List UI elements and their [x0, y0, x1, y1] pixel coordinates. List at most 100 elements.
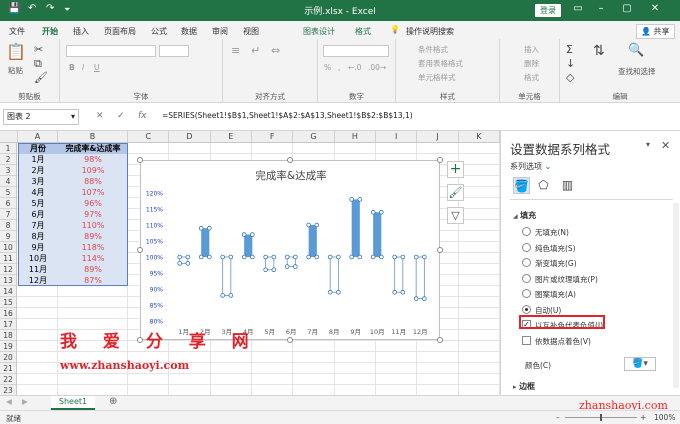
ribbon-display-icon[interactable]: ▭ — [569, 3, 587, 14]
autosum-icon[interactable]: Σ — [566, 44, 573, 56]
pane-scrollbar[interactable] — [673, 203, 679, 388]
col-header-k[interactable]: K — [458, 131, 500, 143]
col-header-a[interactable]: A — [18, 131, 58, 143]
row-header-7[interactable]: 7 — [0, 209, 17, 220]
sheet-tab-sheet1[interactable]: Sheet1 — [51, 396, 95, 410]
name-box[interactable]: 图表 2 ▾ — [3, 109, 79, 125]
cell-rate[interactable]: 114% — [58, 253, 128, 264]
tell-me-search[interactable]: 操作说明搜索 — [406, 26, 454, 37]
zoom-level[interactable]: 100% — [654, 413, 675, 422]
series-options-dropdown[interactable]: 系列选项 ⌄ — [510, 161, 551, 172]
zoom-in-icon[interactable]: + — [640, 413, 646, 422]
col-header-b[interactable]: B — [58, 131, 128, 143]
close-icon[interactable]: ✕ — [646, 3, 664, 14]
resize-handle-tc[interactable] — [287, 157, 293, 163]
fill-line-icon[interactable]: 🪣 — [513, 177, 530, 194]
cell-rate[interactable]: 97% — [58, 209, 128, 220]
fill-option-radio[interactable] — [522, 242, 531, 252]
resize-handle-ml[interactable] — [137, 247, 143, 253]
cell-month[interactable]: 3月 — [18, 176, 58, 187]
col-header-e[interactable]: E — [210, 131, 252, 143]
share-button[interactable]: 👤 共享 — [636, 24, 675, 39]
name-box-dropdown-icon[interactable]: ▾ — [71, 110, 75, 124]
fill-icon[interactable]: ↓ — [566, 58, 575, 70]
prev-sheet-icon[interactable]: ◀ — [6, 397, 12, 406]
resize-handle-tr[interactable] — [437, 157, 443, 163]
col-header-i[interactable]: I — [376, 131, 418, 143]
paste-button[interactable]: 粘贴 — [8, 65, 23, 76]
tab-view[interactable]: 视图 — [243, 26, 259, 37]
fill-option-radio[interactable] — [522, 258, 531, 267]
series-options-icon[interactable]: ▥ — [559, 177, 576, 194]
cell-month[interactable]: 9月 — [18, 242, 58, 253]
resize-handle-mr[interactable] — [437, 247, 443, 253]
row-header-8[interactable]: 8 — [0, 220, 17, 231]
pane-close-icon[interactable]: ✕ — [661, 139, 670, 152]
wrap-text-icon[interactable]: ↵ — [251, 45, 260, 57]
cell-b1[interactable]: 完成率&达成率 — [58, 143, 128, 154]
row-header-4[interactable]: 4 — [0, 176, 17, 187]
copy-icon[interactable]: ⧉ — [34, 58, 42, 70]
chart-styles-button[interactable]: 🖌 — [447, 184, 464, 201]
col-header-f[interactable]: F — [252, 131, 294, 143]
tab-file[interactable]: 文件 — [9, 26, 25, 37]
cell-rate[interactable]: 118% — [58, 242, 128, 253]
insert-function-icon[interactable]: fx — [138, 111, 147, 121]
underline-button[interactable]: U — [94, 63, 100, 72]
row-header-9[interactable]: 9 — [0, 231, 17, 242]
cell-month[interactable]: 10月 — [18, 253, 58, 264]
tab-page-layout[interactable]: 页面布局 — [104, 26, 136, 37]
row-header-19[interactable]: 19 — [0, 341, 17, 352]
fill-section-header[interactable]: ◢ 填充 — [513, 210, 536, 221]
paste-icon[interactable]: 📋 — [6, 43, 26, 61]
login-button[interactable]: 登录 — [535, 4, 561, 17]
font-size-box[interactable] — [159, 45, 189, 57]
cell-month[interactable]: 12月 — [18, 275, 58, 286]
cell-rate[interactable]: 109% — [58, 165, 128, 176]
cell-month[interactable]: 4月 — [18, 187, 58, 198]
resize-handle-tl[interactable] — [137, 157, 143, 163]
formula-input[interactable]: =SERIES(Sheet1!$B$1,Sheet1!$A$2:$A$13,Sh… — [162, 111, 413, 120]
tab-formulas[interactable]: 公式 — [151, 26, 167, 37]
row-header-21[interactable]: 21 — [0, 363, 17, 374]
clear-icon[interactable]: ◇ — [566, 72, 574, 84]
chart-elements-button[interactable]: + — [447, 161, 464, 178]
row-header-11[interactable]: 11 — [0, 253, 17, 264]
row-header-16[interactable]: 16 — [0, 308, 17, 319]
cell-month[interactable]: 11月 — [18, 264, 58, 275]
col-header-d[interactable]: D — [169, 131, 211, 143]
fill-option-radio[interactable] — [522, 273, 531, 283]
fill-option-radio[interactable] — [522, 227, 531, 236]
tab-format[interactable]: 格式 — [355, 26, 371, 37]
merge-icon[interactable]: ⇔ — [271, 45, 280, 57]
cell-month[interactable]: 6月 — [18, 209, 58, 220]
row-header-14[interactable]: 14 — [0, 286, 17, 297]
cell-a1[interactable]: 月份 — [18, 143, 58, 154]
cell-rate[interactable]: 107% — [58, 187, 128, 198]
percent-button[interactable]: % — [324, 63, 331, 72]
insert-cells-button[interactable]: 插入 — [524, 44, 539, 55]
bold-button[interactable]: B — [69, 63, 75, 72]
cell-rate[interactable]: 88% — [58, 176, 128, 187]
row-header-15[interactable]: 15 — [0, 297, 17, 308]
row-header-1[interactable]: 1 — [0, 143, 17, 154]
cell-styles-button[interactable]: 单元格样式 — [418, 72, 456, 83]
font-name-box[interactable] — [66, 45, 156, 57]
row-header-6[interactable]: 6 — [0, 198, 17, 209]
fill-option-radio[interactable] — [522, 304, 531, 314]
border-section-header[interactable]: ▸ 边框 — [513, 381, 535, 392]
cell-month[interactable]: 7月 — [18, 220, 58, 231]
row-header-23[interactable]: 23 — [0, 385, 17, 395]
row-header-10[interactable]: 10 — [0, 242, 17, 253]
cell-rate[interactable]: 89% — [58, 231, 128, 242]
enter-icon[interactable]: ✓ — [117, 111, 125, 121]
find-icon[interactable]: 🔍 — [628, 44, 644, 57]
minimize-icon[interactable]: – — [592, 3, 610, 14]
comma-button[interactable]: , — [338, 63, 340, 72]
cell-month[interactable]: 8月 — [18, 231, 58, 242]
align-icon[interactable]: ≡ — [231, 45, 240, 57]
chart[interactable]: 完成率&达成率 80% 85% 90% 95% 100% 105% 110% 115% 120% 1… — [140, 160, 440, 340]
cell-rate[interactable]: 87% — [58, 275, 128, 286]
cell-rate[interactable]: 96% — [58, 198, 128, 209]
effects-icon[interactable]: ⬠ — [535, 177, 552, 194]
